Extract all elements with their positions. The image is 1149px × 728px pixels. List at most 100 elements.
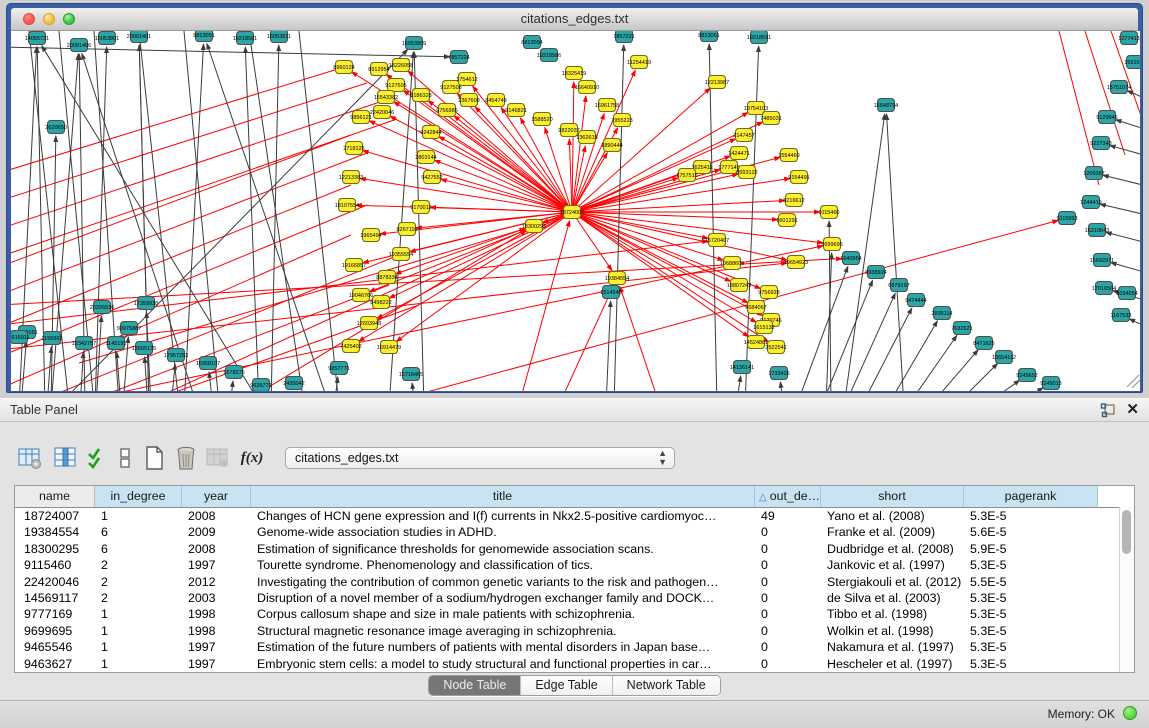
network-graph[interactable]: 1405573120091406160538012009140188130511… — [11, 31, 1140, 391]
network-node[interactable]: 15692971 — [1090, 254, 1114, 267]
network-node[interactable]: 1890444 — [601, 139, 622, 152]
network-node[interactable]: 1757515 — [676, 169, 697, 182]
network-node[interactable]: 3915911 — [11, 331, 30, 344]
network-node[interactable]: 19166857 — [342, 259, 366, 272]
network-node[interactable]: 16648794 — [874, 99, 898, 112]
network-node[interactable]: 9115460 — [818, 206, 839, 219]
network-node[interactable]: 18107554 — [335, 199, 359, 212]
table-row[interactable]: 1872400712008Changes of HCN gene express… — [15, 508, 1134, 524]
network-node[interactable]: 1156863 — [41, 332, 62, 345]
network-node[interactable]: 7425402 — [340, 340, 361, 353]
network-node[interactable]: 19384554 — [605, 272, 629, 285]
network-node[interactable]: 2718126 — [343, 142, 364, 155]
network-node[interactable]: 9699695 — [821, 238, 842, 251]
network-node[interactable]: 9170012 — [410, 201, 431, 214]
float-panel-icon[interactable] — [1100, 403, 1116, 418]
rows-button[interactable] — [112, 444, 140, 472]
network-node[interactable]: 9129946 — [1096, 111, 1117, 124]
close-panel-icon[interactable]: ✕ — [1126, 401, 1139, 419]
network-node[interactable]: 19218586 — [537, 49, 561, 62]
network-node[interactable]: 17359938 — [134, 297, 158, 310]
column-header-in_degree[interactable]: in_degree — [95, 486, 182, 507]
network-node[interactable]: 8267110 — [396, 223, 417, 236]
select-column-button[interactable] — [52, 444, 80, 472]
network-node[interactable]: 16210643 — [1085, 224, 1109, 237]
network-node[interactable]: 9896121 — [350, 111, 371, 124]
network-node[interactable]: 9756985 — [436, 104, 457, 117]
column-header-short[interactable]: short — [821, 486, 964, 507]
window-titlebar[interactable]: citations_edges.txt — [11, 8, 1138, 31]
network-node[interactable]: 1424471 — [728, 147, 749, 160]
table-row[interactable]: 2242004622012Investigating the contribut… — [15, 574, 1134, 590]
table-row[interactable]: 969969511998Structural magnetic resonanc… — [15, 623, 1134, 639]
network-node[interactable]: 20091406 — [67, 39, 91, 52]
network-node[interactable]: 18300295 — [522, 220, 546, 233]
network-node[interactable]: 1362615 — [576, 131, 597, 144]
network-canvas[interactable]: 1405573120091406160538012009140188130511… — [11, 31, 1140, 391]
network-node[interactable]: 9127505 — [385, 79, 406, 92]
network-node[interactable]: 18724007 — [560, 206, 584, 219]
network-node[interactable]: 1640954 — [840, 252, 861, 265]
network-node[interactable]: 2935114 — [931, 307, 952, 320]
column-header-year[interactable]: year — [182, 486, 251, 507]
network-node[interactable]: 1965494 — [360, 229, 381, 242]
network-node[interactable]: 19218581 — [233, 32, 257, 45]
network-node[interactable]: 10688609 — [720, 257, 744, 270]
network-node[interactable]: 16961758 — [595, 99, 619, 112]
network-node[interactable]: 1145191 — [105, 337, 126, 350]
network-node[interactable]: 9474444 — [905, 294, 926, 307]
network-node[interactable]: 11254419 — [627, 56, 651, 69]
vertical-scrollbar[interactable] — [1119, 507, 1134, 672]
new-document-button[interactable] — [140, 444, 168, 472]
table-select-dropdown[interactable]: citations_edges.txt ▲▼ — [285, 447, 675, 469]
column-header-pagerank[interactable]: pagerank — [964, 486, 1098, 507]
network-node[interactable]: 16053809 — [402, 37, 426, 50]
network-node[interactable]: 9242844 — [420, 126, 441, 139]
network-node[interactable]: 9245013 — [1040, 377, 1061, 390]
network-node[interactable]: 12603948 — [357, 317, 381, 330]
network-node[interactable]: 8454749 — [485, 94, 506, 107]
network-node[interactable]: 9227343 — [1090, 137, 1111, 150]
network-node[interactable]: 18325419 — [562, 67, 586, 80]
network-node[interactable]: 8593122 — [736, 166, 757, 179]
tab-edge-table[interactable]: Edge Table — [521, 676, 612, 695]
network-node[interactable]: 17957253 — [164, 349, 188, 362]
network-node[interactable]: 2147457 — [733, 129, 754, 142]
memory-status-icon[interactable] — [1123, 706, 1137, 720]
network-node[interactable]: 9857771 — [328, 362, 349, 375]
network-node[interactable]: 1034054 — [1116, 287, 1137, 300]
network-node[interactable]: 9684067 — [745, 301, 766, 314]
table-row[interactable]: 1830029562008Estimation of significance … — [15, 541, 1134, 557]
table-panel-header[interactable]: Table Panel ✕ — [0, 398, 1149, 422]
select-all-checks-button[interactable] — [84, 444, 112, 472]
network-node[interactable]: 22420046 — [370, 106, 394, 119]
network-node[interactable]: 20206536 — [90, 301, 114, 314]
network-node[interactable]: 1277413 — [1118, 32, 1139, 45]
network-node[interactable]: 8813054 — [521, 36, 542, 49]
table-row[interactable]: 911546021997Tourette syndrome. Phenomeno… — [15, 557, 1134, 573]
network-node[interactable]: 9245652 — [1016, 369, 1037, 382]
network-node[interactable]: 8186328 — [410, 89, 431, 102]
network-node[interactable]: 18226058 — [389, 59, 413, 72]
network-node[interactable]: 2803144 — [415, 151, 436, 164]
network-node[interactable]: 7485031 — [760, 112, 781, 125]
network-node[interactable]: 9146821 — [505, 104, 526, 117]
network-node[interactable]: 16958107 — [196, 357, 220, 370]
network-node[interactable]: 8912954 — [368, 63, 389, 76]
resize-grip-icon[interactable] — [1127, 375, 1140, 388]
table-row[interactable]: 1456911722003Disruption of a novel membe… — [15, 590, 1134, 606]
network-node[interactable]: 19654923 — [784, 256, 808, 269]
network-node[interactable]: 16640910 — [575, 81, 599, 94]
network-node[interactable]: 1754612 — [456, 73, 477, 86]
network-node[interactable]: 8813051 — [193, 31, 214, 42]
network-node[interactable]: 1733426 — [768, 367, 789, 380]
node-table[interactable]: namein_degreeyeartitle△out_de…shortpager… — [14, 485, 1135, 673]
network-node[interactable]: 1601291 — [776, 214, 797, 227]
network-node[interactable]: 18807243 — [727, 279, 751, 292]
table-settings-button[interactable] — [16, 444, 44, 472]
network-node[interactable]: 10654112 — [992, 351, 1016, 364]
network-node[interactable]: 8216612 — [783, 194, 804, 207]
network-node[interactable]: 16914479 — [377, 341, 401, 354]
network-node[interactable]: 1678275 — [223, 366, 244, 379]
network-node[interactable]: 1209387 — [1083, 167, 1104, 180]
